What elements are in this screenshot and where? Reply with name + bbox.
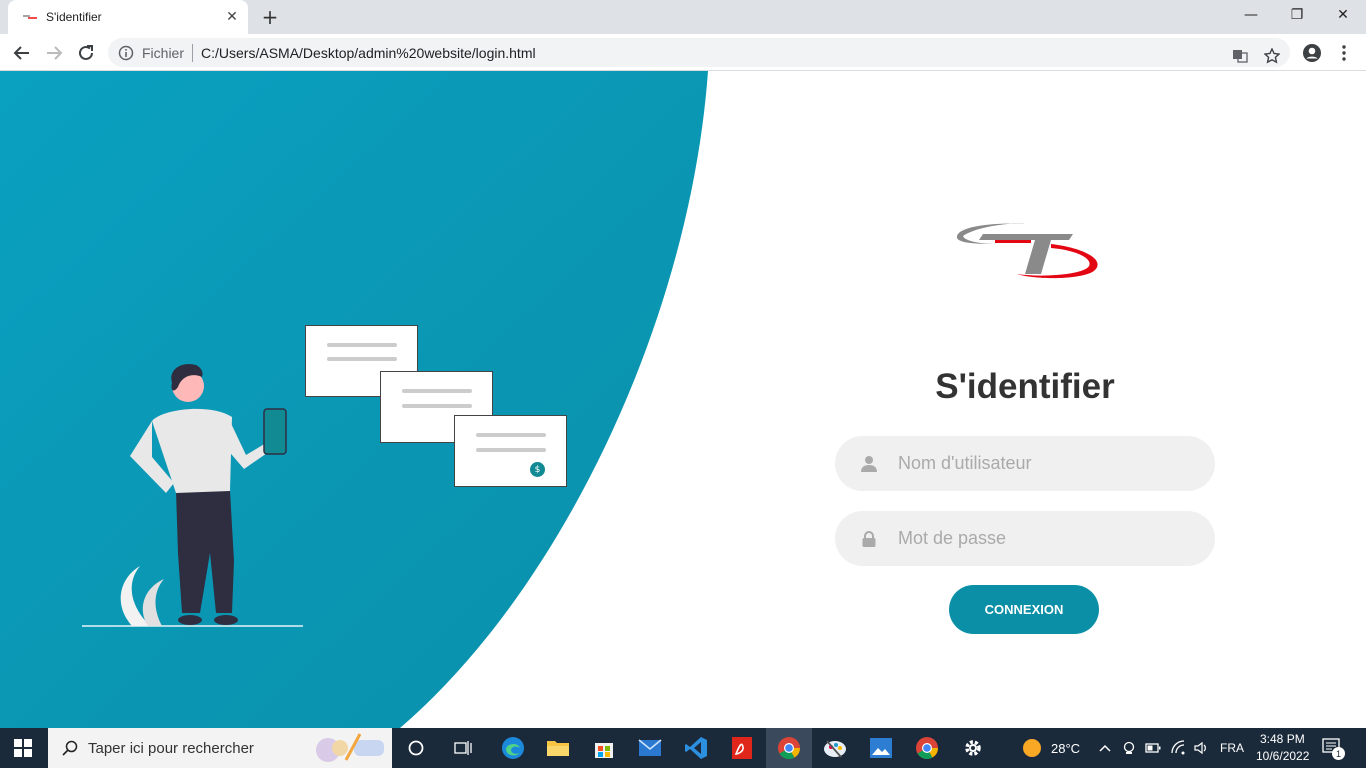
address-scheme-label: Fichier (142, 44, 185, 61)
arrow-left-icon (13, 46, 29, 60)
notification-count-badge: 1 (1332, 747, 1345, 760)
battery-icon[interactable] (1145, 742, 1161, 754)
address-separator (192, 43, 194, 62)
site-favicon-icon (23, 15, 37, 19)
reload-icon (79, 45, 93, 60)
store-app-button[interactable] (581, 728, 627, 768)
notification-center-button[interactable]: 1 (1322, 738, 1345, 760)
windows-taskbar: Taper ici pour rechercher 28°C FRA 3:48 … (0, 728, 1366, 768)
photos-app-button[interactable] (858, 728, 904, 768)
username-input[interactable] (896, 452, 1196, 475)
edge-browser-icon (502, 737, 524, 759)
info-icon (118, 45, 134, 60)
login-page: $ $ $ S'identifier C (0, 71, 1366, 728)
chrome-icon (916, 737, 938, 759)
settings-app-button[interactable] (950, 728, 996, 768)
task-view-button[interactable] (440, 728, 486, 768)
file-explorer-button[interactable] (535, 728, 581, 768)
start-button[interactable] (0, 728, 46, 768)
minimize-button[interactable]: — (1228, 0, 1274, 30)
microsoft-store-icon (595, 743, 613, 758)
profile-avatar-icon[interactable] (1300, 41, 1324, 65)
address-bar[interactable]: Fichier C:/Users/ASMA/Desktop/admin%20we… (108, 38, 1290, 67)
search-icon (62, 740, 78, 756)
invoice-card: $ (454, 415, 567, 487)
mail-icon (638, 739, 662, 756)
login-button[interactable]: CONNEXION (949, 585, 1099, 634)
edge-app-button[interactable] (490, 728, 536, 768)
cortana-button[interactable] (393, 728, 439, 768)
bookmark-star-icon[interactable] (1262, 46, 1282, 66)
search-highlight-image (316, 733, 384, 762)
taskbar-search[interactable]: Taper ici pour rechercher (48, 728, 392, 768)
chevron-up-icon[interactable] (1098, 741, 1112, 755)
photos-icon (870, 738, 892, 758)
login-form-panel: S'identifier CONNEXION (780, 71, 1270, 728)
address-url[interactable]: C:/Users/ASMA/Desktop/admin%20website/lo… (201, 45, 536, 61)
forward-button[interactable] (42, 41, 66, 65)
username-field[interactable] (835, 436, 1215, 491)
tab-close-icon[interactable]: ✕ (224, 9, 240, 25)
clock-time[interactable]: 3:48 PM (1260, 732, 1305, 746)
menu-kebab-icon[interactable] (1332, 41, 1356, 65)
vscode-app-button[interactable] (673, 728, 719, 768)
dollar-badge-icon: $ (530, 462, 545, 477)
paint-app-button[interactable] (812, 728, 858, 768)
back-button[interactable] (10, 41, 34, 65)
chrome-second-app-button[interactable] (904, 728, 950, 768)
chrome-app-button-active[interactable] (766, 728, 812, 768)
task-view-icon (454, 741, 472, 755)
browser-tab[interactable]: S'identifier ✕ (8, 0, 248, 34)
cortana-circle-icon (408, 740, 424, 756)
new-tab-button[interactable]: + (258, 5, 282, 29)
browser-tab-bar: S'identifier ✕ + — ❐ ✕ (0, 0, 1366, 34)
lock-icon (859, 529, 879, 549)
gear-icon (965, 740, 981, 756)
password-field[interactable] (835, 511, 1215, 566)
taskbar-search-placeholder: Taper ici pour rechercher (88, 739, 254, 757)
window-close-button[interactable]: ✕ (1320, 0, 1366, 30)
clock-date[interactable]: 10/6/2022 (1256, 749, 1309, 763)
arrow-right-icon (47, 46, 63, 60)
browser-toolbar: Fichier C:/Users/ASMA/Desktop/admin%20we… (0, 34, 1366, 71)
input-language[interactable]: FRA (1220, 741, 1244, 755)
paint-palette-icon (824, 740, 846, 758)
chrome-icon (778, 737, 800, 759)
maximize-button[interactable]: ❐ (1274, 0, 1320, 30)
user-icon (859, 454, 879, 474)
reload-button[interactable] (74, 41, 98, 65)
webcam-icon[interactable] (1122, 741, 1136, 755)
tab-title: S'identifier (46, 10, 102, 24)
login-title: S'identifier (935, 367, 1115, 406)
vscode-icon (685, 737, 707, 759)
translate-icon[interactable] (1230, 46, 1250, 66)
acrobat-app-button[interactable] (719, 728, 765, 768)
company-logo (956, 223, 1098, 279)
weather-temperature[interactable]: 28°C (1051, 741, 1080, 756)
mail-app-button[interactable] (627, 728, 673, 768)
folder-icon (547, 741, 569, 756)
pdf-reader-icon (732, 737, 752, 759)
wifi-icon[interactable] (1170, 740, 1186, 756)
password-input[interactable] (896, 527, 1196, 550)
speaker-icon[interactable] (1193, 740, 1209, 756)
weather-sun-icon (1023, 739, 1041, 757)
windows-logo-icon (14, 739, 32, 757)
